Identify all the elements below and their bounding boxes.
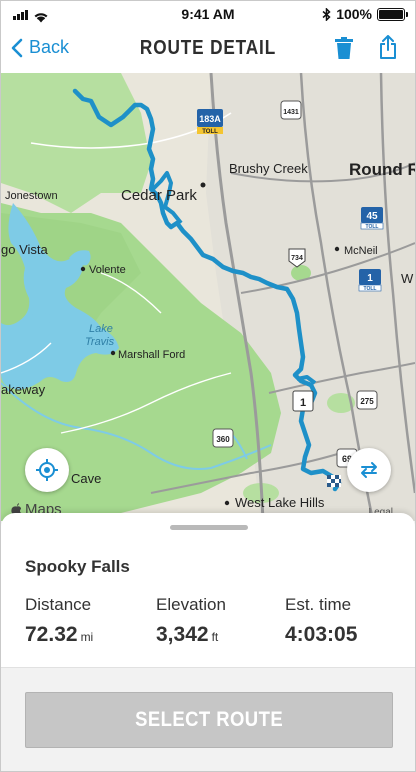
shield-loop-1: 1 TOLL xyxy=(358,269,382,292)
map-label-round-rock: Round Rock xyxy=(349,160,415,179)
route-info-sheet: Spooky Falls Distance 72.32 mi Elevation … xyxy=(1,513,415,771)
phone-frame: 9:41 AM 100% Back ROUTE DETAIL Brushy Cr… xyxy=(0,0,416,772)
map-label-brushy-creek: Brushy Creek xyxy=(229,161,308,176)
share-icon xyxy=(380,35,396,59)
reverse-route-button[interactable] xyxy=(347,448,391,492)
map-label-lake: Lake xyxy=(89,323,113,335)
stat-label: Est. time xyxy=(285,595,352,614)
sheet-footer: SELECT ROUTE xyxy=(1,668,415,771)
map-label-cave: Cave xyxy=(71,471,101,486)
svg-text:1: 1 xyxy=(367,273,373,284)
map-label-go-vista: go Vista xyxy=(1,242,49,257)
svg-text:734: 734 xyxy=(291,255,303,262)
svg-text:1: 1 xyxy=(300,397,306,409)
chevron-left-icon xyxy=(11,38,23,57)
stat-value: 3,342 ft xyxy=(156,623,219,646)
svg-text:275: 275 xyxy=(360,397,374,406)
map-label-mcneil: McNeil xyxy=(344,245,378,257)
route-name: Spooky Falls xyxy=(25,557,130,576)
svg-text:1431: 1431 xyxy=(283,109,299,116)
map-label-w: W xyxy=(401,271,414,286)
stat-label: Distance xyxy=(25,595,92,614)
trash-icon xyxy=(335,37,353,59)
select-route-label: SELECT ROUTE xyxy=(134,708,284,731)
svg-text:TOLL: TOLL xyxy=(364,286,377,292)
stat-value: 4:03:05 xyxy=(285,623,358,646)
svg-text:45: 45 xyxy=(366,211,378,222)
route-map[interactable]: Brushy Creek Round Rock Cedar Park Jones… xyxy=(1,73,415,521)
shield-275: 275 xyxy=(356,390,378,410)
stat-elevation: Elevation 3,342 ft xyxy=(156,595,226,647)
map-label-lakeway: akeway xyxy=(1,382,46,397)
map-label-marshall-ford: Marshall Ford xyxy=(118,349,185,361)
shield-360: 360 xyxy=(212,428,234,448)
page-title: ROUTE DETAIL xyxy=(139,37,277,59)
nav-bar: Back ROUTE DETAIL xyxy=(1,27,415,73)
bluetooth-icon xyxy=(322,7,331,21)
map-label-travis: Travis xyxy=(85,336,115,348)
svg-text:TOLL: TOLL xyxy=(202,129,218,135)
finish-flag-icon xyxy=(327,475,341,487)
stat-value: 72.32 mi xyxy=(25,623,94,646)
swap-arrows-icon xyxy=(361,462,377,478)
battery-icon xyxy=(377,7,408,21)
recenter-location-button[interactable] xyxy=(25,448,69,492)
map-label-cedar-park: Cedar Park xyxy=(121,187,197,204)
status-bar: 9:41 AM 100% xyxy=(1,1,415,27)
map-label-volente: Volente xyxy=(89,264,126,276)
select-route-button[interactable]: SELECT ROUTE xyxy=(25,692,393,748)
location-target-icon xyxy=(36,459,58,481)
svg-text:183A: 183A xyxy=(199,114,221,124)
stat-est-time: Est. time 4:03:05 xyxy=(285,595,360,647)
map-label-jonestown: Jonestown xyxy=(5,190,58,202)
stat-label: Elevation xyxy=(156,595,226,614)
shield-1431: 1431 xyxy=(280,100,302,120)
shield-45: 45 TOLL xyxy=(360,207,384,230)
share-button[interactable] xyxy=(379,35,397,64)
stat-distance: Distance 72.32 mi xyxy=(25,595,93,647)
svg-text:TOLL: TOLL xyxy=(366,224,379,230)
shield-texas-1: 1 xyxy=(292,390,314,412)
map-label-west-lake-hills: West Lake Hills xyxy=(235,495,325,510)
sheet-drag-handle[interactable] xyxy=(170,525,248,530)
delete-button[interactable] xyxy=(335,37,353,64)
svg-text:360: 360 xyxy=(216,435,230,444)
shield-183a: 183A TOLL xyxy=(197,109,223,135)
battery-percent: 100% xyxy=(336,6,372,22)
status-right: 100% xyxy=(322,6,408,22)
